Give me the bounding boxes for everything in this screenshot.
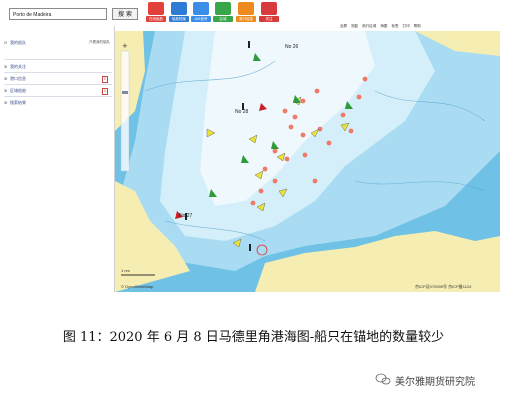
- sidebar: ⊟ 我的船队 只看我的船队 ⊞ 我的关注 ⊞ 港口信息 0 ⊞ 区域船舶 0 ⊞ 搜索结果: [0, 26, 115, 292]
- anchored-ship[interactable]: [258, 188, 264, 194]
- divider: [4, 59, 112, 60]
- chart-svg: + No 26 No 28 No 27 1 nm © OpenStreetMap…: [115, 31, 500, 292]
- anchored-ship[interactable]: [326, 140, 332, 146]
- figure-caption: 图 11：2020 年 6 月 8 日马德里角港海图-船只在锚地的数量较少: [62, 330, 445, 345]
- archive-icon: [171, 2, 187, 15]
- tool-area[interactable]: 区域: [213, 2, 233, 24]
- map-tool-area[interactable]: 航行区域: [362, 24, 376, 28]
- map-tool-labels[interactable]: 标签: [392, 24, 399, 28]
- fleet-filter-link[interactable]: 只看我的船队: [89, 38, 110, 47]
- map-label: No 26: [285, 44, 299, 50]
- anchored-ship[interactable]: [282, 108, 288, 114]
- port-icon: [238, 2, 254, 15]
- anchored-ship[interactable]: [272, 178, 278, 184]
- count-badge: 0: [101, 88, 108, 95]
- divider: [4, 96, 112, 97]
- anchored-ship[interactable]: [362, 76, 368, 82]
- ships-icon: [148, 2, 164, 15]
- buoy-icon: [248, 41, 250, 48]
- search-button[interactable]: 搜 索: [112, 8, 138, 20]
- sidebar-item-area-ships[interactable]: ⊞ 区域船舶 0: [4, 86, 112, 95]
- divider: [4, 84, 112, 85]
- scale-label: 1 nm: [121, 268, 131, 273]
- zoom-in-icon[interactable]: +: [122, 42, 128, 50]
- anchored-ship[interactable]: [356, 94, 362, 100]
- port-search-input[interactable]: Porto de Madeira: [9, 8, 107, 20]
- signal-icon: [193, 2, 209, 15]
- attribution-left: © OpenStreetMap: [121, 284, 154, 289]
- anchored-ship[interactable]: [302, 152, 308, 158]
- anchored-ship[interactable]: [284, 156, 290, 162]
- map-tool-help[interactable]: 帮助: [414, 24, 421, 28]
- map-tool-chart[interactable]: 海图: [380, 24, 387, 28]
- attribution-right: 京ICP证070599号 京ICP备1124: [415, 283, 472, 289]
- nautical-chart-map[interactable]: + No 26 No 28 No 27 1 nm © OpenStreetMap…: [115, 31, 500, 292]
- anchored-ship[interactable]: [340, 112, 346, 118]
- star-icon: [261, 2, 277, 15]
- anchored-ship[interactable]: [272, 148, 278, 154]
- map-tool-fullscreen[interactable]: 全屏: [340, 24, 347, 28]
- anchored-ship[interactable]: [262, 166, 268, 172]
- anchored-ship[interactable]: [348, 128, 354, 134]
- tool-follow[interactable]: 关注: [259, 2, 279, 24]
- count-badge: 0: [101, 76, 108, 83]
- anchored-ship[interactable]: [300, 132, 306, 138]
- map-tool-print[interactable]: 打印: [403, 24, 410, 28]
- zoom-slider[interactable]: [120, 50, 130, 172]
- anchored-ship[interactable]: [312, 178, 318, 184]
- sidebar-item-my-fleet[interactable]: ⊟ 我的船队 只看我的船队: [4, 38, 112, 47]
- tool-ais[interactable]: AIS信号: [191, 2, 211, 24]
- sidebar-item-search-results[interactable]: ⊞ 搜索结果: [4, 98, 112, 107]
- anchored-ship[interactable]: [300, 98, 306, 104]
- sidebar-item-port-info[interactable]: ⊞ 港口信息 0: [4, 74, 112, 83]
- tool-ship-archive[interactable]: 船舶档案: [169, 2, 189, 24]
- map-tool-measure[interactable]: 测距: [351, 24, 358, 28]
- anchored-ship[interactable]: [288, 124, 294, 130]
- buoy-icon: [249, 244, 251, 251]
- anchored-ship[interactable]: [292, 114, 298, 120]
- anchored-ship[interactable]: [314, 88, 320, 94]
- wechat-logo-icon: [375, 373, 391, 385]
- area-icon: [215, 2, 231, 15]
- map-label: No 27: [179, 213, 193, 219]
- divider: [4, 72, 112, 73]
- map-toolbar: 全屏 测距 航行区域 海图 标签 打印 帮助: [340, 22, 500, 30]
- sidebar-item-following[interactable]: ⊞ 我的关注: [4, 62, 112, 71]
- tool-port-info[interactable]: 港口信息: [236, 2, 256, 24]
- anchored-ship[interactable]: [250, 200, 256, 206]
- zoom-handle[interactable]: [122, 91, 128, 94]
- tool-online-ships[interactable]: 在线船舶: [146, 2, 166, 24]
- watermark: 美尔雅期货研究院: [395, 377, 475, 388]
- map-label: No 28: [235, 109, 249, 115]
- ship-tracking-app: Porto de Madeira 搜 索 在线船舶 船舶档案 AIS信号 区域 …: [0, 0, 507, 292]
